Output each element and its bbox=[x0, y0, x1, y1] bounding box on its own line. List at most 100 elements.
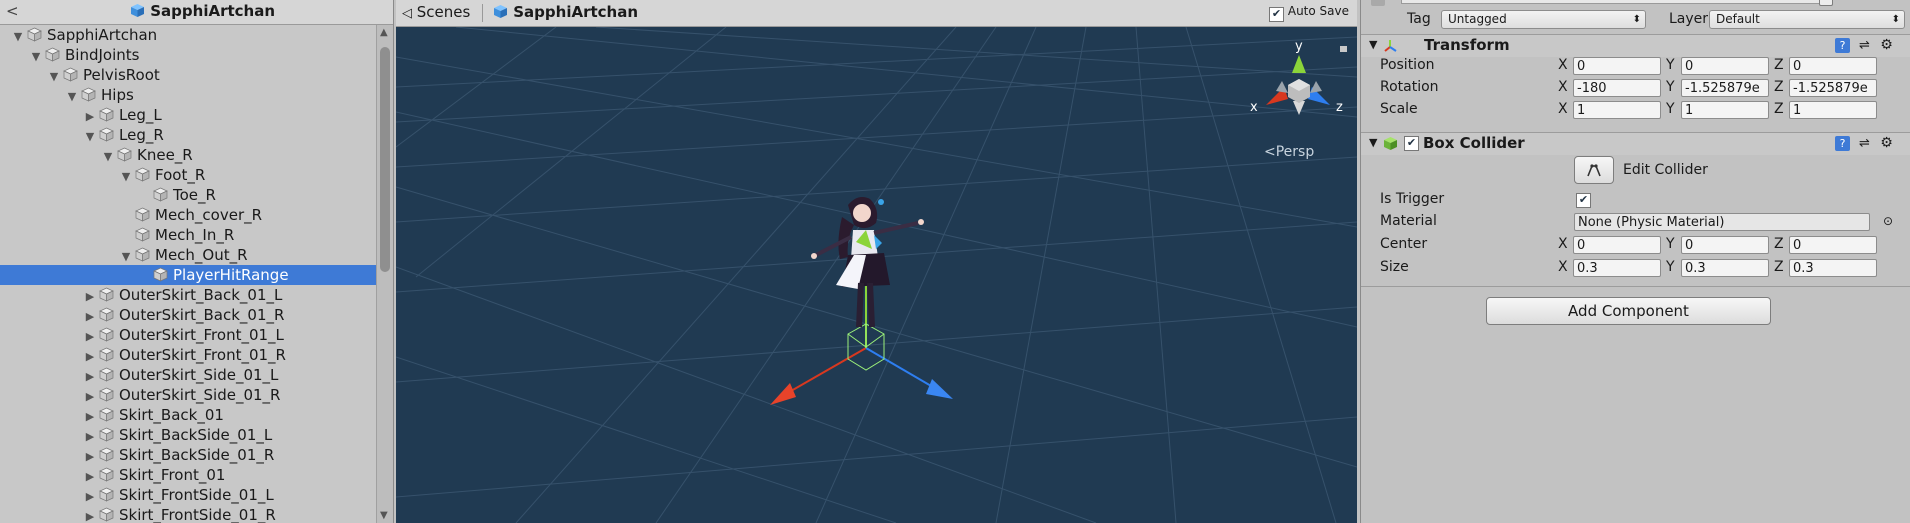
tag-dropdown[interactable]: Untagged ⬍ bbox=[1441, 10, 1646, 29]
is-trigger-checkbox[interactable]: ✔ bbox=[1576, 193, 1591, 208]
scroll-down-icon[interactable]: ▼ bbox=[380, 510, 388, 521]
material-field[interactable]: None (Physic Material) bbox=[1574, 213, 1870, 231]
help-icon[interactable]: ? bbox=[1835, 136, 1850, 151]
hierarchy-scroll-thumb[interactable] bbox=[380, 47, 390, 272]
hierarchy-item[interactable]: ▼ Leg_R bbox=[0, 125, 376, 145]
static-checkbox[interactable] bbox=[1819, 0, 1833, 6]
hierarchy-item[interactable]: ▼ Foot_R bbox=[0, 165, 376, 185]
hierarchy-item[interactable]: PlayerHitRange bbox=[0, 265, 376, 285]
axis-z-label[interactable]: Z bbox=[1774, 57, 1784, 73]
layer-dropdown[interactable]: Default ⬍ bbox=[1709, 10, 1905, 29]
foldout-arrow-icon[interactable]: ▼ bbox=[120, 247, 132, 267]
hierarchy-item[interactable]: ▶ OuterSkirt_Side_01_R bbox=[0, 385, 376, 405]
foldout-arrow-icon[interactable]: ▼ bbox=[1369, 38, 1377, 51]
back-arrow-icon[interactable]: < bbox=[6, 2, 19, 20]
hierarchy-item[interactable]: ▼ PelvisRoot bbox=[0, 65, 376, 85]
foldout-arrow-icon[interactable]: ▼ bbox=[12, 27, 24, 47]
foldout-arrow-icon[interactable]: ▶ bbox=[84, 467, 96, 487]
foldout-arrow-icon[interactable]: ▼ bbox=[66, 87, 78, 107]
position-z-field[interactable]: 0 bbox=[1789, 57, 1877, 75]
size-z-field[interactable]: 0.3 bbox=[1789, 259, 1877, 277]
foldout-arrow-icon[interactable]: ▶ bbox=[84, 407, 96, 427]
gear-icon[interactable]: ⚙ bbox=[1879, 136, 1894, 151]
axis-x-label[interactable]: X bbox=[1558, 101, 1568, 117]
character-model[interactable] bbox=[811, 197, 924, 328]
hierarchy-item[interactable]: Mech_In_R bbox=[0, 225, 376, 245]
foldout-arrow-icon[interactable]: ▼ bbox=[1369, 136, 1377, 149]
orientation-gizmo[interactable]: y x z bbox=[1244, 35, 1354, 135]
projection-label[interactable]: <Persp bbox=[1264, 144, 1314, 160]
hierarchy-item[interactable]: ▶ Skirt_FrontSide_01_L bbox=[0, 485, 376, 505]
transform-header[interactable]: ▼ Transform ? ⇌ ⚙ bbox=[1361, 34, 1910, 57]
hierarchy-item[interactable]: Mech_cover_R bbox=[0, 205, 376, 225]
foldout-arrow-icon[interactable]: ▶ bbox=[84, 487, 96, 507]
scene-viewport[interactable] bbox=[396, 27, 1357, 523]
center-z-field[interactable]: 0 bbox=[1789, 236, 1877, 254]
hierarchy-item[interactable]: ▶ Skirt_Back_01 bbox=[0, 405, 376, 425]
scroll-up-icon[interactable]: ▲ bbox=[380, 27, 388, 38]
edit-collider-button[interactable] bbox=[1574, 156, 1614, 184]
auto-save-toggle[interactable]: ✔ Auto Save bbox=[1269, 4, 1349, 22]
hierarchy-item[interactable]: ▶ Skirt_BackSide_01_L bbox=[0, 425, 376, 445]
hierarchy-item[interactable]: ▼ SapphiArtchan bbox=[0, 25, 376, 45]
hierarchy-item[interactable]: Toe_R bbox=[0, 185, 376, 205]
gameobject-name-field[interactable] bbox=[1401, 0, 1823, 4]
add-component-button[interactable]: Add Component bbox=[1486, 297, 1771, 325]
rotation-x-field[interactable]: -180 bbox=[1573, 79, 1661, 97]
scale-z-field[interactable]: 1 bbox=[1789, 101, 1877, 119]
foldout-arrow-icon[interactable]: ▶ bbox=[84, 307, 96, 327]
foldout-arrow-icon[interactable]: ▶ bbox=[84, 347, 96, 367]
scale-y-field[interactable]: 1 bbox=[1681, 101, 1769, 119]
position-y-field[interactable]: 0 bbox=[1681, 57, 1769, 75]
hierarchy-item[interactable]: ▶ OuterSkirt_Front_01_R bbox=[0, 345, 376, 365]
foldout-arrow-icon[interactable]: ▼ bbox=[120, 167, 132, 187]
foldout-arrow-icon[interactable]: ▶ bbox=[84, 387, 96, 407]
foldout-arrow-icon[interactable]: ▶ bbox=[84, 287, 96, 307]
axis-y-label[interactable]: Y bbox=[1666, 57, 1675, 73]
scene-view[interactable]: ◁ Scenes SapphiArtchan ✔ Auto Save y x z… bbox=[396, 0, 1357, 523]
axis-z-label[interactable]: Z bbox=[1774, 259, 1784, 275]
position-x-field[interactable]: 0 bbox=[1573, 57, 1661, 75]
gizmo-y-cone-icon[interactable] bbox=[1292, 55, 1306, 73]
scale-x-field[interactable]: 1 bbox=[1573, 101, 1661, 119]
foldout-arrow-icon[interactable]: ▼ bbox=[30, 47, 42, 67]
axis-z-label[interactable]: Z bbox=[1774, 101, 1784, 117]
help-icon[interactable]: ? bbox=[1835, 38, 1850, 53]
hierarchy-item[interactable]: ▶ Leg_L bbox=[0, 105, 376, 125]
preset-sliders-icon[interactable]: ⇌ bbox=[1857, 136, 1872, 151]
foldout-arrow-icon[interactable]: ▼ bbox=[84, 127, 96, 147]
axis-x-label[interactable]: X bbox=[1558, 259, 1568, 275]
scenes-back-button[interactable]: ◁ Scenes bbox=[402, 3, 470, 21]
hierarchy-item[interactable]: ▶ OuterSkirt_Back_01_L bbox=[0, 285, 376, 305]
hierarchy-item[interactable]: ▼ Hips bbox=[0, 85, 376, 105]
hierarchy-item[interactable]: ▶ Skirt_Front_01 bbox=[0, 465, 376, 485]
z-axis-handle-icon[interactable] bbox=[926, 379, 953, 399]
foldout-arrow-icon[interactable]: ▶ bbox=[84, 107, 96, 127]
foldout-arrow-icon[interactable]: ▼ bbox=[48, 67, 60, 87]
x-axis-handle-icon[interactable] bbox=[770, 383, 796, 405]
size-y-field[interactable]: 0.3 bbox=[1681, 259, 1769, 277]
box-collider-header[interactable]: ▼ ✔ Box Collider ? ⇌ ⚙ bbox=[1361, 132, 1910, 155]
hierarchy-scrollbar[interactable]: ▲ ▼ bbox=[376, 25, 393, 523]
hierarchy-item[interactable]: ▶ OuterSkirt_Side_01_L bbox=[0, 365, 376, 385]
axis-z-label[interactable]: Z bbox=[1774, 79, 1784, 95]
lock-icon[interactable] bbox=[1340, 46, 1347, 52]
hierarchy-item[interactable]: ▼ BindJoints bbox=[0, 45, 376, 65]
foldout-arrow-icon[interactable]: ▼ bbox=[102, 147, 114, 167]
hierarchy-item[interactable]: ▼ Knee_R bbox=[0, 145, 376, 165]
size-x-field[interactable]: 0.3 bbox=[1573, 259, 1661, 277]
rotation-z-field[interactable]: -1.525879e bbox=[1789, 79, 1877, 97]
foldout-arrow-icon[interactable]: ▶ bbox=[84, 507, 96, 523]
foldout-arrow-icon[interactable]: ▶ bbox=[84, 427, 96, 447]
axis-y-label[interactable]: Y bbox=[1666, 236, 1675, 252]
object-picker-icon[interactable]: ⊙ bbox=[1883, 214, 1893, 228]
rotation-y-field[interactable]: -1.525879e bbox=[1681, 79, 1769, 97]
hierarchy-item[interactable]: ▶ OuterSkirt_Front_01_L bbox=[0, 325, 376, 345]
axis-x-label[interactable]: X bbox=[1558, 236, 1568, 252]
box-collider-enabled-checkbox[interactable]: ✔ bbox=[1404, 136, 1419, 151]
hierarchy-item[interactable]: ▶ Skirt_FrontSide_01_R bbox=[0, 505, 376, 523]
axis-y-label[interactable]: Y bbox=[1666, 101, 1675, 117]
foldout-arrow-icon[interactable]: ▶ bbox=[84, 327, 96, 347]
axis-x-label[interactable]: X bbox=[1558, 79, 1568, 95]
axis-y-label[interactable]: Y bbox=[1666, 259, 1675, 275]
